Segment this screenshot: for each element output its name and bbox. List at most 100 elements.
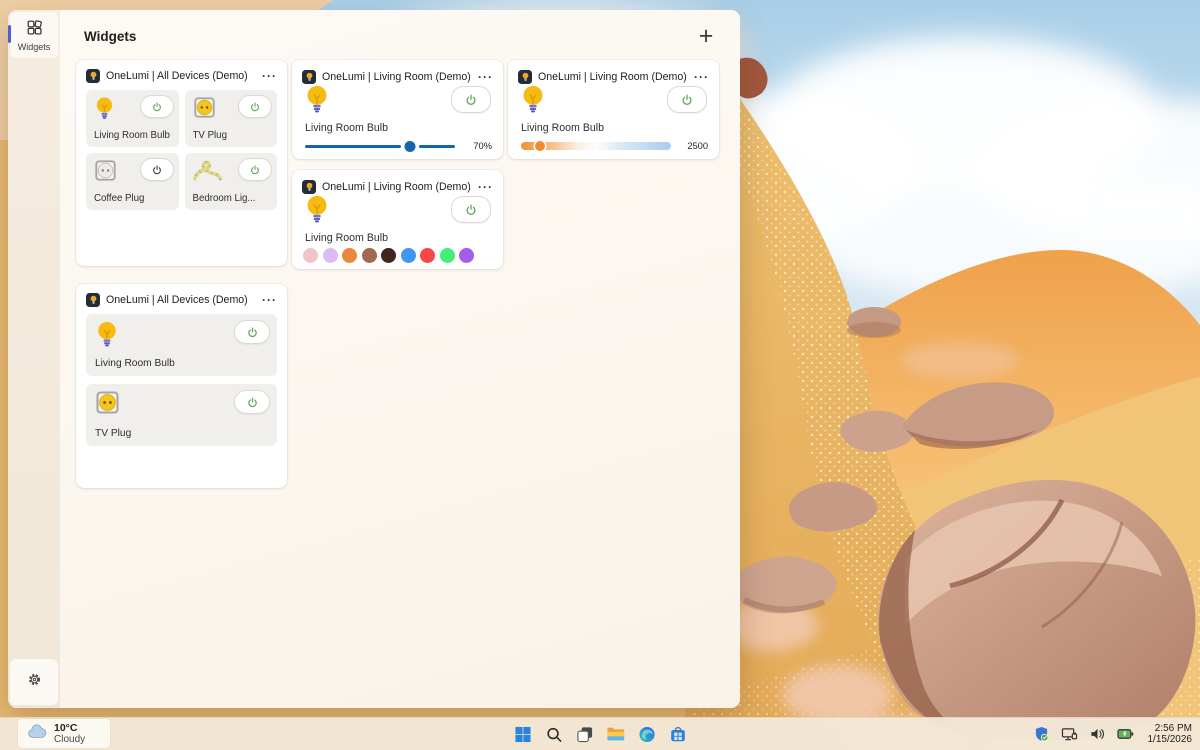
start-button[interactable] [510, 721, 536, 747]
gear-icon [27, 672, 42, 692]
onelumi-app-icon [86, 69, 100, 83]
bulb-icon [94, 96, 115, 126]
card-title: OneLumi | All Devices (Demo) [106, 70, 256, 82]
slider-thumb[interactable] [405, 141, 416, 152]
edge-browser-icon[interactable] [634, 721, 660, 747]
widget-card-all-devices: OneLumi | All Devices (Demo) ··· Living … [76, 60, 287, 266]
widgets-settings-button[interactable] [10, 659, 58, 705]
onelumi-app-icon [302, 70, 316, 84]
brightness-value: 70% [473, 141, 492, 151]
device-name: TV Plug [193, 130, 273, 141]
device-name: Living Room Bulb [305, 122, 388, 134]
device-tile-coffee-plug[interactable]: Coffee Plug [86, 153, 179, 210]
device-name: TV Plug [95, 428, 131, 439]
color-swatch[interactable] [342, 248, 357, 263]
power-button[interactable] [234, 320, 270, 344]
power-button[interactable] [451, 196, 491, 223]
security-shield-icon[interactable] [1032, 721, 1052, 747]
more-options-icon[interactable]: ··· [694, 72, 709, 82]
color-swatch[interactable] [459, 248, 474, 263]
slider-thumb[interactable] [535, 141, 545, 151]
device-grid: Living Room Bulb TV Plug [86, 90, 277, 210]
file-explorer-icon[interactable] [603, 721, 629, 747]
clock-date: 1/15/2026 [1148, 734, 1193, 746]
widget-card-brightness: OneLumi | Living Room (Demo) ··· Living … [292, 60, 503, 159]
sidebar-item-label: Widgets [18, 42, 51, 52]
onelumi-app-icon [86, 293, 100, 307]
battery-icon[interactable] [1116, 721, 1136, 747]
system-tray: 2:56 PM 1/15/2026 [1032, 718, 1193, 750]
network-icon[interactable] [1060, 721, 1080, 747]
color-swatch[interactable] [381, 248, 396, 263]
widgets-panel: Widgets Widgets + OneLumi | All Devices … [8, 10, 740, 708]
power-button[interactable] [238, 95, 272, 118]
bulb-icon [304, 194, 330, 230]
power-button[interactable] [234, 390, 270, 414]
volume-icon[interactable] [1088, 721, 1108, 747]
weather-temp: 10°C [54, 722, 85, 734]
widgets-board-icon [26, 19, 43, 41]
power-button[interactable] [667, 86, 707, 113]
device-list: Living Room Bulb TV Plug [86, 314, 277, 446]
more-options-icon[interactable]: ··· [478, 72, 493, 82]
widget-card-color-picker: OneLumi | Living Room (Demo) ··· Living … [292, 170, 503, 269]
card-title: OneLumi | Living Room (Demo) [322, 181, 472, 193]
power-button[interactable] [238, 158, 272, 181]
device-name: Living Room Bulb [95, 358, 175, 369]
taskbar-weather-widget[interactable]: 10°C Cloudy [18, 719, 110, 748]
search-icon[interactable] [541, 721, 567, 747]
color-swatch[interactable] [420, 248, 435, 263]
more-options-icon[interactable]: ··· [262, 295, 277, 305]
color-swatch[interactable] [362, 248, 377, 263]
device-name: Living Room Bulb [305, 232, 388, 244]
widget-card-all-devices-list: OneLumi | All Devices (Demo) ··· Living … [76, 284, 287, 488]
board-title: Widgets [84, 29, 136, 44]
taskbar-clock[interactable]: 2:56 PM 1/15/2026 [1148, 723, 1193, 746]
onelumi-app-icon [518, 70, 532, 84]
cloud-icon [27, 724, 47, 744]
clock-time: 2:56 PM [1148, 723, 1193, 735]
brightness-slider[interactable] [305, 140, 455, 152]
card-title: OneLumi | All Devices (Demo) [106, 294, 256, 306]
socket-icon-off [94, 159, 117, 187]
power-button[interactable] [140, 158, 174, 181]
more-options-icon[interactable]: ··· [478, 182, 493, 192]
card-title: OneLumi | Living Room (Demo) [322, 71, 472, 83]
widgets-board: Widgets + OneLumi | All Devices (Demo) ·… [60, 10, 740, 708]
device-name: Living Room Bulb [521, 122, 604, 134]
bulb-icon [95, 320, 119, 354]
bulb-icon [304, 84, 330, 120]
color-swatch[interactable] [401, 248, 416, 263]
slider-rest [419, 145, 455, 148]
widget-card-color-temperature: OneLumi | Living Room (Demo) ··· Living … [508, 60, 719, 159]
color-swatch[interactable] [303, 248, 318, 263]
taskbar: 10°C Cloudy [0, 717, 1200, 750]
temperature-value: 2500 [687, 141, 708, 151]
device-tile-bedroom-light[interactable]: Bedroom Lig... [185, 153, 278, 210]
bulb-icon [520, 84, 546, 120]
device-tile-tv-plug[interactable]: TV Plug [185, 90, 278, 147]
taskbar-center [510, 718, 691, 750]
add-widget-button[interactable]: + [692, 22, 720, 50]
socket-icon [193, 96, 216, 124]
widgets-sidebar: Widgets [8, 10, 60, 708]
weather-condition: Cloudy [54, 734, 85, 746]
device-tile-living-room-bulb[interactable]: Living Room Bulb [86, 314, 277, 376]
device-name: Living Room Bulb [94, 130, 174, 141]
device-tile-living-room-bulb[interactable]: Living Room Bulb [86, 90, 179, 147]
microsoft-store-icon[interactable] [665, 721, 691, 747]
device-tile-tv-plug[interactable]: TV Plug [86, 384, 277, 446]
sidebar-item-widgets[interactable]: Widgets [10, 12, 58, 58]
device-name: Coffee Plug [94, 193, 174, 204]
color-swatch-row [303, 248, 474, 263]
power-button[interactable] [451, 86, 491, 113]
task-view-icon[interactable] [572, 721, 598, 747]
device-name: Bedroom Lig... [193, 193, 273, 204]
color-temperature-slider[interactable] [521, 140, 671, 152]
power-button[interactable] [140, 95, 174, 118]
color-swatch[interactable] [323, 248, 338, 263]
color-swatch[interactable] [440, 248, 455, 263]
sidebar-selection-indicator [8, 25, 11, 43]
more-options-icon[interactable]: ··· [262, 71, 277, 81]
slider-fill [305, 145, 401, 148]
